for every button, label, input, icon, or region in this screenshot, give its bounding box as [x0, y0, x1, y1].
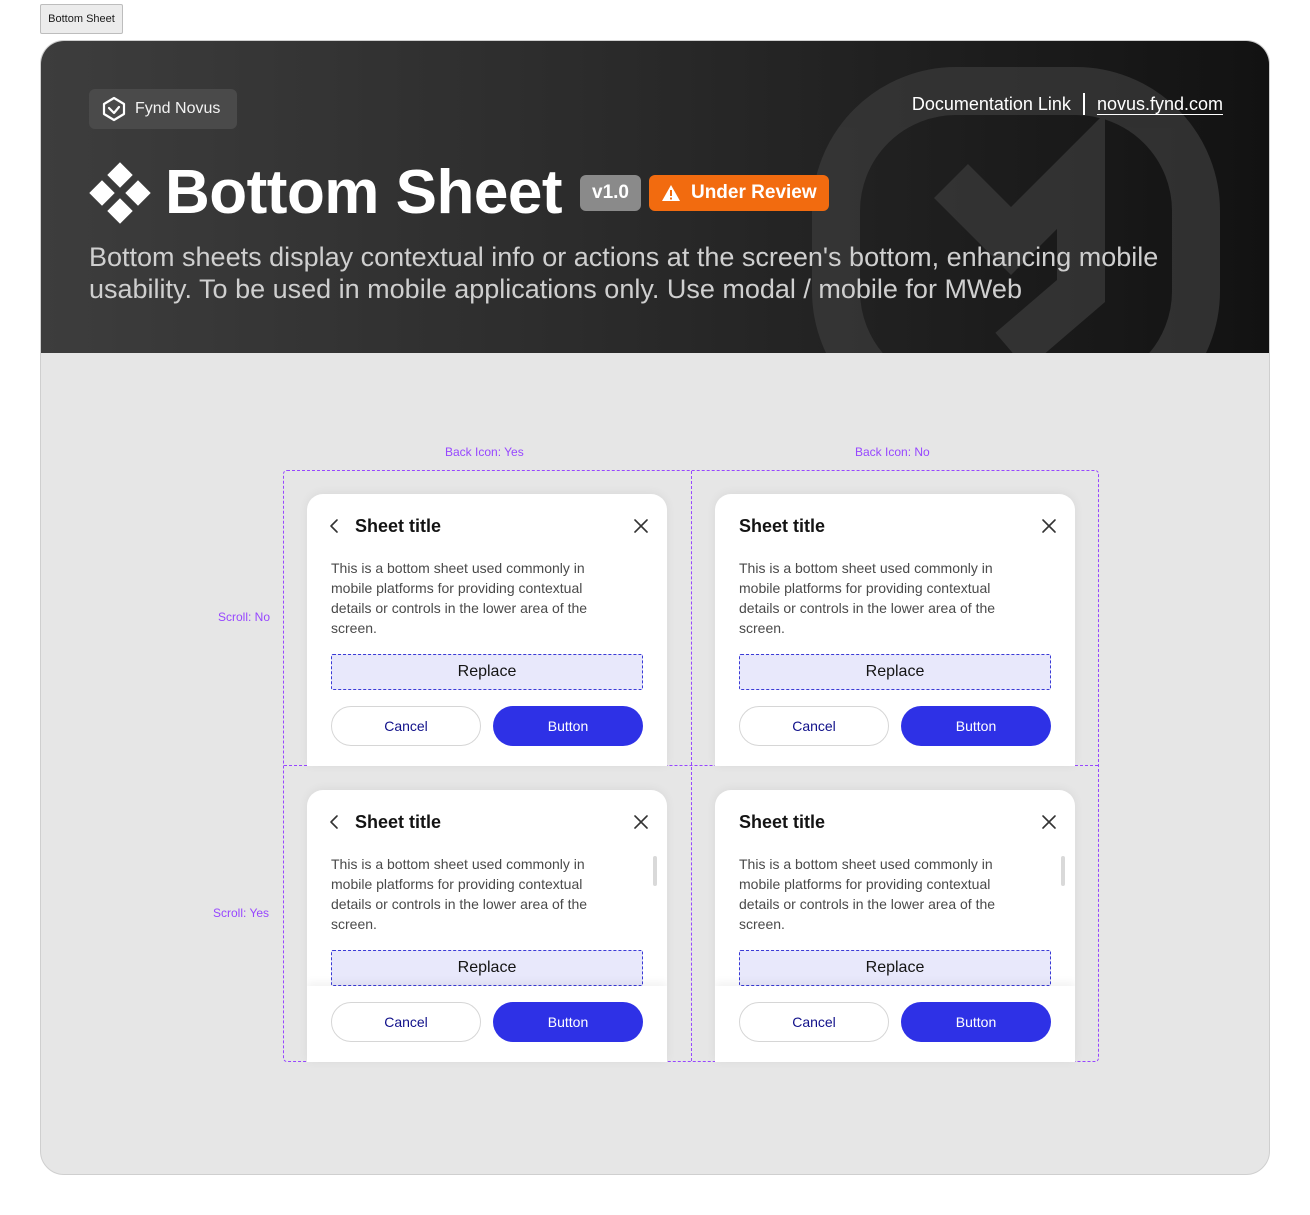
scrollbar[interactable]: [653, 856, 657, 886]
page-description: Bottom sheets display contextual info or…: [89, 242, 1159, 304]
content-slot: Replace: [331, 950, 643, 986]
back-icon[interactable]: [327, 814, 343, 830]
close-icon[interactable]: [633, 814, 649, 830]
grid-divider-vertical: [691, 471, 692, 1061]
documentation-links: Documentation Link novus.fynd.com: [912, 93, 1223, 115]
status-label: Under Review: [690, 182, 817, 203]
sheet-body-text: This is a bottom sheet used commonly in …: [739, 856, 996, 932]
sheet-footer: Cancel Button: [307, 986, 667, 1062]
sheet-body-text: This is a bottom sheet used commonly in …: [331, 856, 588, 932]
sheet-title: Sheet title: [739, 812, 826, 832]
sheet-footer: Cancel Button: [715, 690, 1075, 766]
primary-button[interactable]: Button: [493, 706, 643, 746]
scrollbar[interactable]: [1061, 856, 1065, 886]
bottom-sheet-back-no-scroll: Sheet title This is a bottom sheet used …: [307, 494, 667, 766]
sheet-title: Sheet title: [355, 812, 442, 832]
cancel-button[interactable]: Cancel: [331, 1002, 481, 1042]
component-frame: Fynd Novus Documentation Link novus.fynd…: [40, 40, 1270, 1175]
page-title: Bottom Sheet: [165, 158, 563, 227]
column-label-back-icon-yes: Back Icon: Yes: [445, 445, 524, 459]
sheet-footer: Cancel Button: [715, 986, 1075, 1062]
doc-separator: [1082, 93, 1085, 115]
header-banner: Fynd Novus Documentation Link novus.fynd…: [41, 41, 1269, 353]
sheet-body-text: This is a bottom sheet used commonly in …: [739, 560, 996, 636]
column-label-back-icon-no: Back Icon: No: [855, 445, 930, 459]
bottom-sheet-back-scroll: Sheet title This is a bottom sheet used …: [307, 790, 667, 1062]
sheet-header: Sheet title: [715, 512, 1075, 540]
bottom-sheet-no-back-no-scroll: Sheet title This is a bottom sheet used …: [715, 494, 1075, 766]
sheet-header: Sheet title: [715, 808, 1075, 836]
bottom-sheet-no-back-scroll: Sheet title This is a bottom sheet used …: [715, 790, 1075, 1062]
cancel-button[interactable]: Cancel: [739, 1002, 889, 1042]
warning-icon: [661, 185, 680, 201]
cancel-button[interactable]: Cancel: [331, 706, 481, 746]
sheet-title: Sheet title: [355, 516, 442, 536]
row-label-scroll-no: Scroll: No: [218, 610, 271, 624]
status-badge: Under Review: [648, 175, 829, 211]
page-tab-label[interactable]: Bottom Sheet: [40, 4, 123, 34]
primary-button[interactable]: Button: [901, 1002, 1051, 1042]
primary-button[interactable]: Button: [493, 1002, 643, 1042]
content-slot: Replace: [739, 654, 1051, 690]
back-icon[interactable]: [327, 518, 343, 534]
content-slot: Replace: [331, 654, 643, 690]
title-row: Bottom Sheet v1.0 Under Review: [89, 157, 829, 229]
primary-button[interactable]: Button: [901, 706, 1051, 746]
close-icon[interactable]: [633, 518, 649, 534]
sheet-body-text: This is a bottom sheet used commonly in …: [331, 560, 588, 636]
row-label-scroll-yes: Scroll: Yes: [213, 906, 270, 920]
documentation-link[interactable]: novus.fynd.com: [1097, 94, 1223, 115]
sheet-header: Sheet title: [307, 808, 667, 836]
brand-chip: Fynd Novus: [89, 89, 237, 129]
brand-name: Fynd Novus: [135, 100, 221, 117]
sheet-footer: Cancel Button: [307, 690, 667, 766]
documentation-link-label: Documentation Link: [911, 93, 1071, 114]
version-badge: v1.0: [580, 175, 641, 211]
component-diamond-icon: [89, 162, 151, 224]
sheet-header: Sheet title: [307, 512, 667, 540]
close-icon[interactable]: [1041, 814, 1057, 830]
fynd-logo-icon: [102, 96, 126, 122]
content-slot: Replace: [739, 950, 1051, 986]
sheet-title: Sheet title: [739, 516, 826, 536]
cancel-button[interactable]: Cancel: [739, 706, 889, 746]
close-icon[interactable]: [1041, 518, 1057, 534]
